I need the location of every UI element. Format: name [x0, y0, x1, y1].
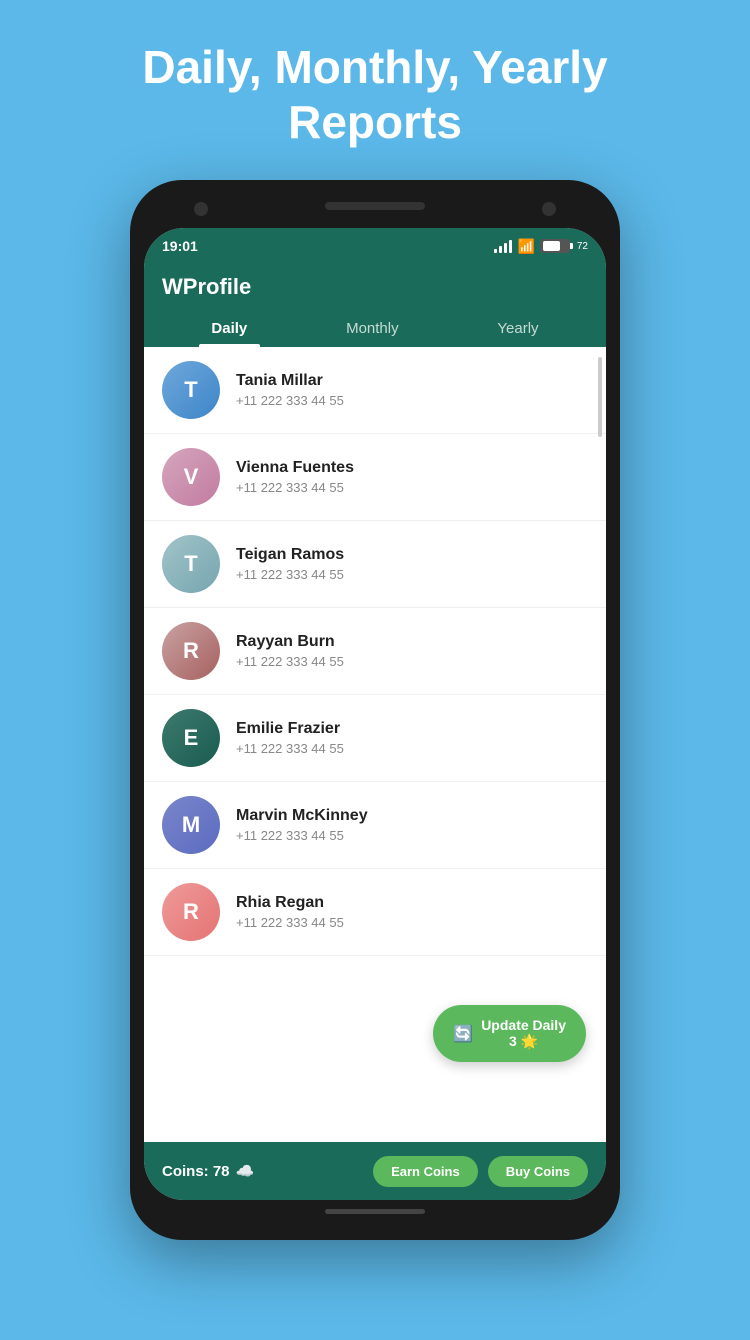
- avatar: R: [162, 883, 220, 941]
- contact-phone: +11 222 333 44 55: [236, 480, 354, 495]
- speaker: [325, 202, 425, 210]
- avatar: M: [162, 796, 220, 854]
- avatar: T: [162, 361, 220, 419]
- contact-info: Marvin McKinney +11 222 333 44 55: [236, 807, 368, 843]
- list-item[interactable]: R Rayyan Burn +11 222 333 44 55: [144, 608, 606, 695]
- page-title: Daily, Monthly, YearlyReports: [102, 40, 647, 150]
- contact-name: Rayyan Burn: [236, 633, 344, 651]
- home-indicator: [144, 1200, 606, 1222]
- earn-coins-button[interactable]: Earn Coins: [373, 1156, 478, 1187]
- home-bar: [325, 1209, 425, 1214]
- cloud-icon: ☁️: [236, 1162, 255, 1180]
- avatar: V: [162, 448, 220, 506]
- tab-monthly[interactable]: Monthly: [326, 310, 419, 347]
- phone-screen: 19:01 📶 72 WProfile: [144, 228, 606, 1200]
- status-icons: 📶 72: [494, 238, 588, 255]
- battery-text: 72: [577, 241, 588, 252]
- app-header: WProfile Daily Monthly Yearly: [144, 264, 606, 347]
- tab-yearly[interactable]: Yearly: [477, 310, 558, 347]
- camera-left: [194, 202, 208, 216]
- status-bar: 19:01 📶 72: [144, 228, 606, 264]
- contact-info: Rhia Regan +11 222 333 44 55: [236, 894, 344, 930]
- contact-name: Tania Millar: [236, 372, 344, 390]
- avatar: T: [162, 535, 220, 593]
- bottom-buttons: Earn Coins Buy Coins: [373, 1156, 588, 1187]
- list-item[interactable]: T Tania Millar +11 222 333 44 55: [144, 347, 606, 434]
- contact-phone: +11 222 333 44 55: [236, 915, 344, 930]
- contact-info: Rayyan Burn +11 222 333 44 55: [236, 633, 344, 669]
- refresh-icon: 🔄: [453, 1024, 473, 1044]
- battery-icon: [540, 239, 570, 253]
- contact-name: Teigan Ramos: [236, 546, 344, 564]
- avatar: R: [162, 622, 220, 680]
- list-item[interactable]: E Emilie Frazier +11 222 333 44 55: [144, 695, 606, 782]
- contact-name: Marvin McKinney: [236, 807, 368, 825]
- scrollbar[interactable]: [598, 357, 602, 437]
- contact-name: Rhia Regan: [236, 894, 344, 912]
- signal-icon: [494, 239, 512, 253]
- update-button-label: Update Daily 3 🌟: [481, 1017, 566, 1050]
- buy-coins-button[interactable]: Buy Coins: [488, 1156, 588, 1187]
- list-item[interactable]: T Teigan Ramos +11 222 333 44 55: [144, 521, 606, 608]
- wifi-icon: 📶: [517, 238, 534, 255]
- contact-name: Vienna Fuentes: [236, 459, 354, 477]
- phone-frame: 19:01 📶 72 WProfile: [130, 180, 620, 1240]
- tab-daily[interactable]: Daily: [191, 310, 267, 347]
- contact-info: Teigan Ramos +11 222 333 44 55: [236, 546, 344, 582]
- tab-bar: Daily Monthly Yearly: [162, 310, 588, 347]
- contact-phone: +11 222 333 44 55: [236, 741, 344, 756]
- contact-name: Emilie Frazier: [236, 720, 344, 738]
- avatar: E: [162, 709, 220, 767]
- contact-phone: +11 222 333 44 55: [236, 393, 344, 408]
- contact-info: Vienna Fuentes +11 222 333 44 55: [236, 459, 354, 495]
- coins-display: Coins: 78 ☁️: [162, 1162, 254, 1180]
- contact-phone: +11 222 333 44 55: [236, 654, 344, 669]
- app-title: WProfile: [162, 274, 588, 300]
- update-daily-button[interactable]: 🔄 Update Daily 3 🌟: [433, 1005, 586, 1062]
- contact-phone: +11 222 333 44 55: [236, 828, 368, 843]
- contact-info: Emilie Frazier +11 222 333 44 55: [236, 720, 344, 756]
- contact-info: Tania Millar +11 222 333 44 55: [236, 372, 344, 408]
- status-time: 19:01: [162, 238, 198, 254]
- contact-list: T Tania Millar +11 222 333 44 55 V Vienn…: [144, 347, 606, 1142]
- bottom-bar: Coins: 78 ☁️ Earn Coins Buy Coins: [144, 1142, 606, 1200]
- list-item[interactable]: M Marvin McKinney +11 222 333 44 55: [144, 782, 606, 869]
- phone-top-bezel: [144, 194, 606, 228]
- list-item[interactable]: V Vienna Fuentes +11 222 333 44 55: [144, 434, 606, 521]
- camera-right: [542, 202, 556, 216]
- contact-phone: +11 222 333 44 55: [236, 567, 344, 582]
- list-item[interactable]: R Rhia Regan +11 222 333 44 55: [144, 869, 606, 956]
